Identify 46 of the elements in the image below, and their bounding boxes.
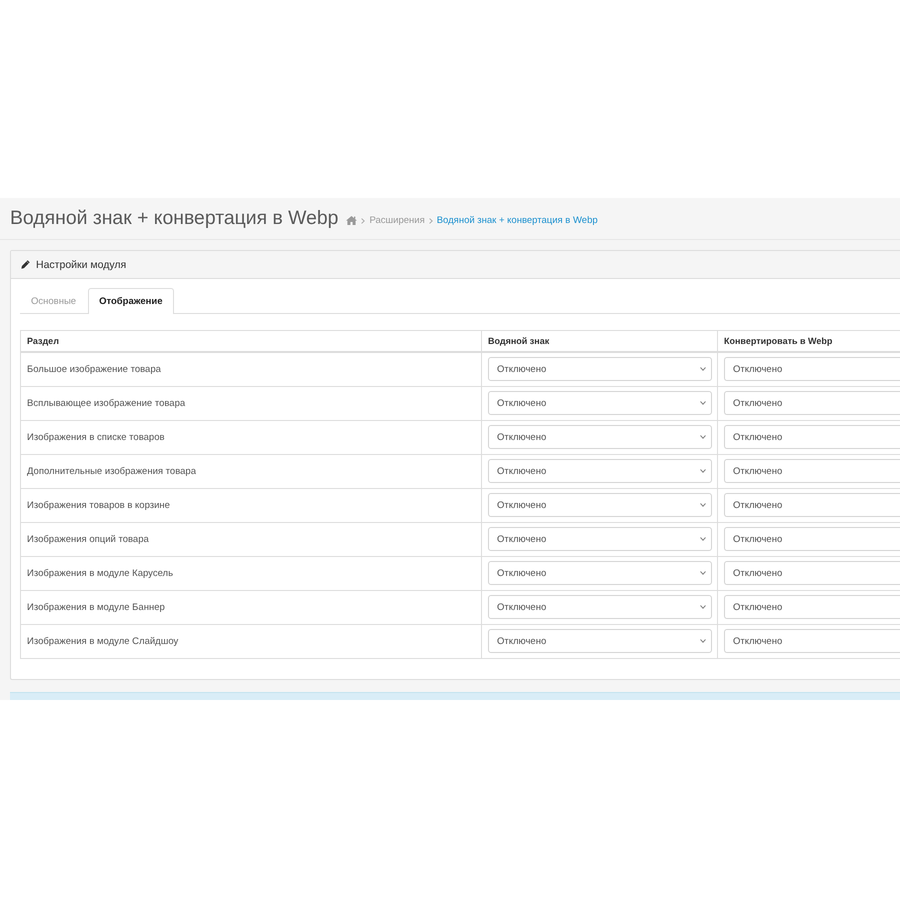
chevron-down-icon: [700, 435, 706, 439]
select-field[interactable]: Отключено: [488, 527, 712, 551]
select-field[interactable]: Отключено: [724, 561, 900, 585]
select-field[interactable]: Отключено: [724, 527, 900, 551]
table-cell: Всплывающее изображение товара: [20, 386, 482, 420]
select-field[interactable]: Отключено: [724, 629, 900, 653]
table-cell: Изображения в списке товаров: [20, 420, 482, 454]
select-field[interactable]: Отключено: [724, 391, 900, 415]
select-field[interactable]: Отключено: [724, 595, 900, 619]
table-cell: Изображения товаров в корзине: [20, 488, 482, 522]
select-field[interactable]: Отключено: [488, 357, 712, 382]
table-cell: Изображения в модуле Баннер: [20, 590, 482, 624]
chevron-down-icon: [700, 469, 706, 473]
chevron-right-icon: [361, 218, 366, 224]
select-field[interactable]: Отключено: [488, 391, 712, 415]
table-cell: Изображения в модуле Слайдшоу: [20, 624, 482, 658]
chevron-down-icon: [700, 639, 706, 643]
column-header: Раздел: [20, 330, 482, 352]
select-field[interactable]: Отключено: [488, 459, 712, 483]
table-cell: Изображения опций товара: [20, 522, 482, 556]
chevron-down-icon: [700, 401, 706, 405]
table-cell: Дополнительные изображения товара: [20, 454, 482, 488]
chevron-down-icon: [700, 367, 706, 372]
chevron-down-icon: [700, 605, 706, 609]
select-field[interactable]: Отключено: [724, 459, 900, 483]
panel-title: Настройки модуля: [36, 258, 126, 270]
select-field[interactable]: Отключено: [724, 493, 900, 517]
column-header: Водяной знак: [482, 330, 718, 352]
chevron-down-icon: [700, 571, 706, 575]
chevron-right-icon: [428, 218, 433, 224]
table-cell: Большое изображение товара: [20, 352, 482, 386]
tab[interactable]: Отображение: [88, 288, 174, 314]
column-header: Конвертировать в Webp: [718, 330, 900, 352]
home-icon[interactable]: [346, 216, 358, 225]
select-field[interactable]: Отключено: [488, 561, 712, 585]
select-field[interactable]: Отключено: [724, 425, 900, 449]
chevron-down-icon: [700, 503, 706, 507]
table-cell: Изображения в модуле Карусель: [20, 556, 482, 590]
page-title: Водяной знак + конвертация в Webp: [10, 207, 338, 230]
select-field[interactable]: Отключено: [488, 493, 712, 517]
pencil-icon: [21, 260, 30, 269]
select-field[interactable]: Отключено: [488, 595, 712, 619]
select-field[interactable]: Отключено: [488, 629, 712, 653]
select-field[interactable]: Отключено: [724, 357, 900, 382]
chevron-down-icon: [700, 537, 706, 541]
select-field[interactable]: Отключено: [488, 425, 712, 449]
